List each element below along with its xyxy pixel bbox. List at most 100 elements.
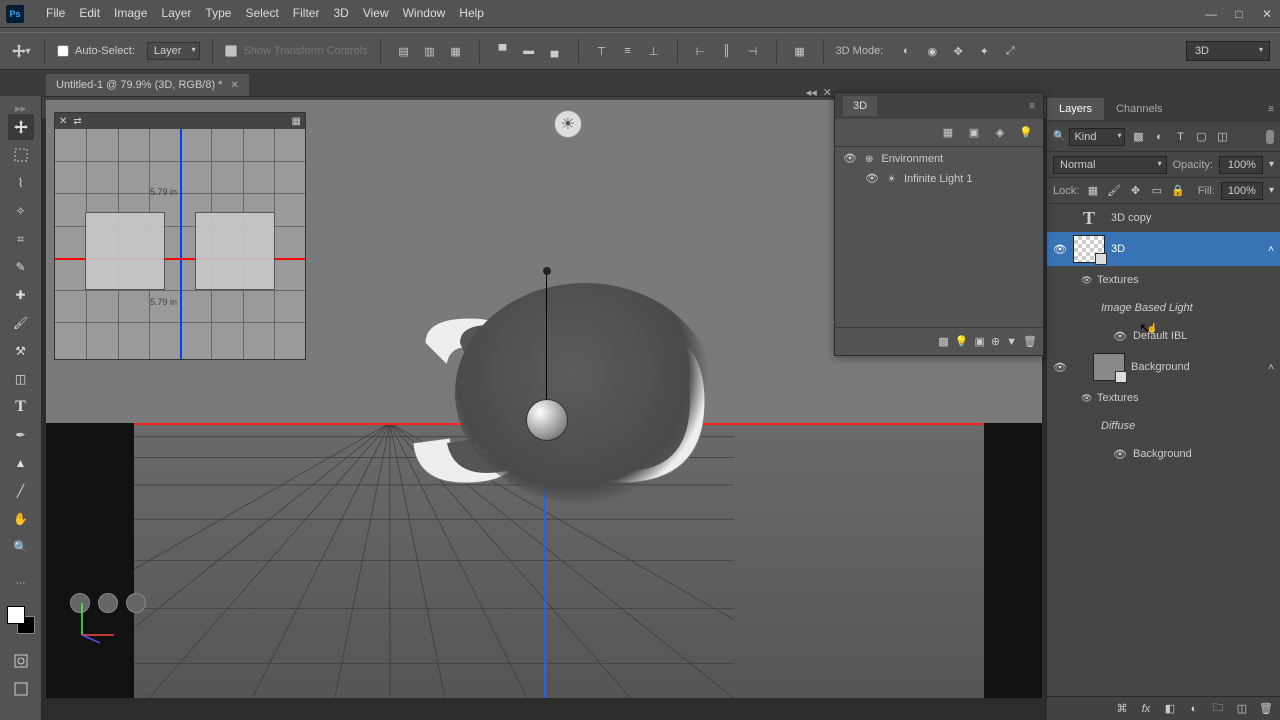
3d-panel-menu-icon[interactable]: ≡: [1029, 101, 1035, 112]
auto-align-icon[interactable]: ▦: [789, 40, 811, 62]
delete-layer-icon[interactable]: 🗑: [1258, 701, 1274, 717]
lasso-tool[interactable]: ⌇: [8, 170, 34, 196]
visibility-toggle[interactable]: 👁: [843, 152, 857, 166]
layer-mask-icon[interactable]: ◧: [1162, 701, 1178, 717]
layer-bg-texture[interactable]: 👁 Background: [1047, 440, 1280, 468]
eraser-tool[interactable]: ◫: [8, 366, 34, 392]
disclosure-icon[interactable]: 👁: [1081, 393, 1091, 404]
3d-new-camera-icon[interactable]: ▣: [975, 335, 985, 348]
distribute-left-icon[interactable]: ⊢: [690, 40, 712, 62]
tab-channels[interactable]: Channels: [1104, 98, 1174, 120]
fill-value[interactable]: 100%: [1221, 182, 1263, 200]
layer-fx-icon[interactable]: fx: [1138, 701, 1154, 717]
new-layer-icon[interactable]: ◫: [1234, 701, 1250, 717]
show-transform-checkbox[interactable]: Show Transform Controls: [225, 45, 367, 57]
adjustment-layer-icon[interactable]: ◐: [1186, 701, 1202, 717]
panel-collapse-icon[interactable]: ◂◂: [806, 86, 817, 99]
3d-panel-tab[interactable]: 3D: [843, 96, 877, 116]
layer-expand-icon[interactable]: ˄: [1268, 244, 1274, 255]
menu-layer[interactable]: Layer: [161, 6, 191, 20]
align-right-edges-icon[interactable]: ▦: [445, 40, 467, 62]
tab-layers[interactable]: Layers: [1047, 98, 1104, 120]
menu-file[interactable]: File: [46, 6, 65, 20]
filter-toggle-icon[interactable]: [1266, 130, 1274, 144]
sv-close-icon[interactable]: ✕: [59, 116, 67, 127]
auto-select-checkbox[interactable]: Auto-Select:: [57, 45, 135, 57]
3d-filter-scene-icon[interactable]: ▦: [937, 122, 959, 144]
menu-view[interactable]: View: [363, 6, 389, 20]
edit-toolbar-button[interactable]: ⋯: [8, 570, 34, 596]
document-tab-close-icon[interactable]: ✕: [230, 80, 238, 91]
layer-thumbnail[interactable]: [1073, 235, 1105, 263]
brush-tool[interactable]: 🖌: [8, 310, 34, 336]
color-swatches[interactable]: [7, 606, 35, 634]
workspace-dropdown[interactable]: 3D: [1186, 41, 1270, 61]
lock-all-icon[interactable]: 🔒: [1170, 182, 1185, 200]
layer-background[interactable]: 👁 Background ˄: [1047, 350, 1280, 384]
3d-axis-widget[interactable]: [72, 595, 122, 648]
menu-image[interactable]: Image: [114, 6, 147, 20]
visibility-toggle[interactable]: 👁: [1053, 243, 1067, 256]
auto-select-target-dropdown[interactable]: Layer: [147, 42, 201, 60]
layer-3d[interactable]: 👁 3D ˄: [1047, 232, 1280, 266]
link-layers-icon[interactable]: ⌘: [1114, 701, 1130, 717]
3d-item-environment[interactable]: 👁 ⊕ Environment: [835, 149, 1043, 169]
panel-close-icon[interactable]: ✕: [823, 86, 832, 99]
3d-add-icon[interactable]: ⊕: [991, 335, 1000, 348]
foreground-color-swatch[interactable]: [7, 606, 25, 624]
3d-delete-icon[interactable]: 🗑: [1023, 335, 1037, 348]
filter-pixel-icon[interactable]: ▩: [1129, 128, 1147, 146]
window-minimize-button[interactable]: —: [1204, 7, 1218, 21]
clone-stamp-tool[interactable]: ⚒: [8, 338, 34, 364]
visibility-toggle[interactable]: 👁: [865, 172, 879, 186]
3d-pan-icon[interactable]: ✥: [947, 40, 969, 62]
line-tool[interactable]: ╱: [8, 478, 34, 504]
type-tool[interactable]: T: [8, 394, 34, 420]
visibility-toggle[interactable]: 👁: [1113, 448, 1127, 461]
sv-swap-icon[interactable]: ⇄: [73, 116, 81, 127]
visibility-toggle[interactable]: 👁: [1053, 361, 1067, 374]
align-bottom-edges-icon[interactable]: ▄: [544, 40, 566, 62]
filter-smart-icon[interactable]: ◫: [1213, 128, 1231, 146]
3d-orbit-icon[interactable]: ◐: [895, 40, 917, 62]
magic-wand-tool[interactable]: ✧: [8, 198, 34, 224]
menu-help[interactable]: Help: [459, 6, 484, 20]
opacity-chevron-icon[interactable]: ▾: [1269, 159, 1274, 170]
menu-edit[interactable]: Edit: [79, 6, 100, 20]
layer-expand-icon[interactable]: ˄: [1268, 362, 1274, 373]
secondary-view-panel[interactable]: ✕ ⇄ ▦ 5.79 in 5.79 in: [54, 112, 306, 360]
distribute-hcenter-icon[interactable]: ║: [716, 40, 738, 62]
filter-adjustment-icon[interactable]: ◐: [1150, 128, 1168, 146]
filter-type-icon[interactable]: T: [1171, 128, 1189, 146]
3d-filter-light-icon[interactable]: 💡: [1015, 122, 1037, 144]
path-selection-tool[interactable]: ▲: [8, 450, 34, 476]
move-tool-icon[interactable]: ▾: [10, 40, 32, 62]
lock-pixels-icon[interactable]: 🖌: [1107, 182, 1122, 200]
distribute-top-icon[interactable]: ⊤: [591, 40, 613, 62]
distribute-right-icon[interactable]: ⊣: [742, 40, 764, 62]
layer-thumbnail[interactable]: [1093, 353, 1125, 381]
screen-mode-button[interactable]: [8, 676, 34, 702]
layer-textures-1[interactable]: 👁 Textures: [1047, 266, 1280, 294]
infinite-light-gizmo[interactable]: [526, 267, 568, 441]
hand-tool[interactable]: ✋: [8, 506, 34, 532]
layer-textures-2[interactable]: 👁 Textures: [1047, 384, 1280, 412]
document-tab[interactable]: Untitled-1 @ 79.9% (3D, RGB/8) * ✕: [46, 74, 249, 96]
menu-type[interactable]: Type: [205, 6, 231, 20]
layer-diffuse[interactable]: Diffuse: [1047, 412, 1280, 440]
environment-light-widget[interactable]: ☀: [554, 110, 582, 138]
menu-3d[interactable]: 3D: [333, 6, 348, 20]
layer-group-icon[interactable]: 🗀: [1210, 701, 1226, 717]
lock-position-icon[interactable]: ✥: [1128, 182, 1143, 200]
window-maximize-button[interactable]: □: [1232, 7, 1246, 21]
filter-kind-dropdown[interactable]: Kind: [1069, 128, 1125, 146]
healing-brush-tool[interactable]: ✚: [8, 282, 34, 308]
3d-new-light-icon[interactable]: 💡: [955, 335, 969, 348]
fill-chevron-icon[interactable]: ▾: [1269, 185, 1274, 196]
visibility-toggle[interactable]: 👁: [1113, 330, 1127, 343]
layer-3d-copy[interactable]: T 3D copy: [1047, 204, 1280, 232]
eyedropper-tool[interactable]: ✎: [8, 254, 34, 280]
lock-transparency-icon[interactable]: ▦: [1085, 182, 1100, 200]
marquee-tool[interactable]: [8, 142, 34, 168]
align-top-edges-icon[interactable]: ▀: [492, 40, 514, 62]
